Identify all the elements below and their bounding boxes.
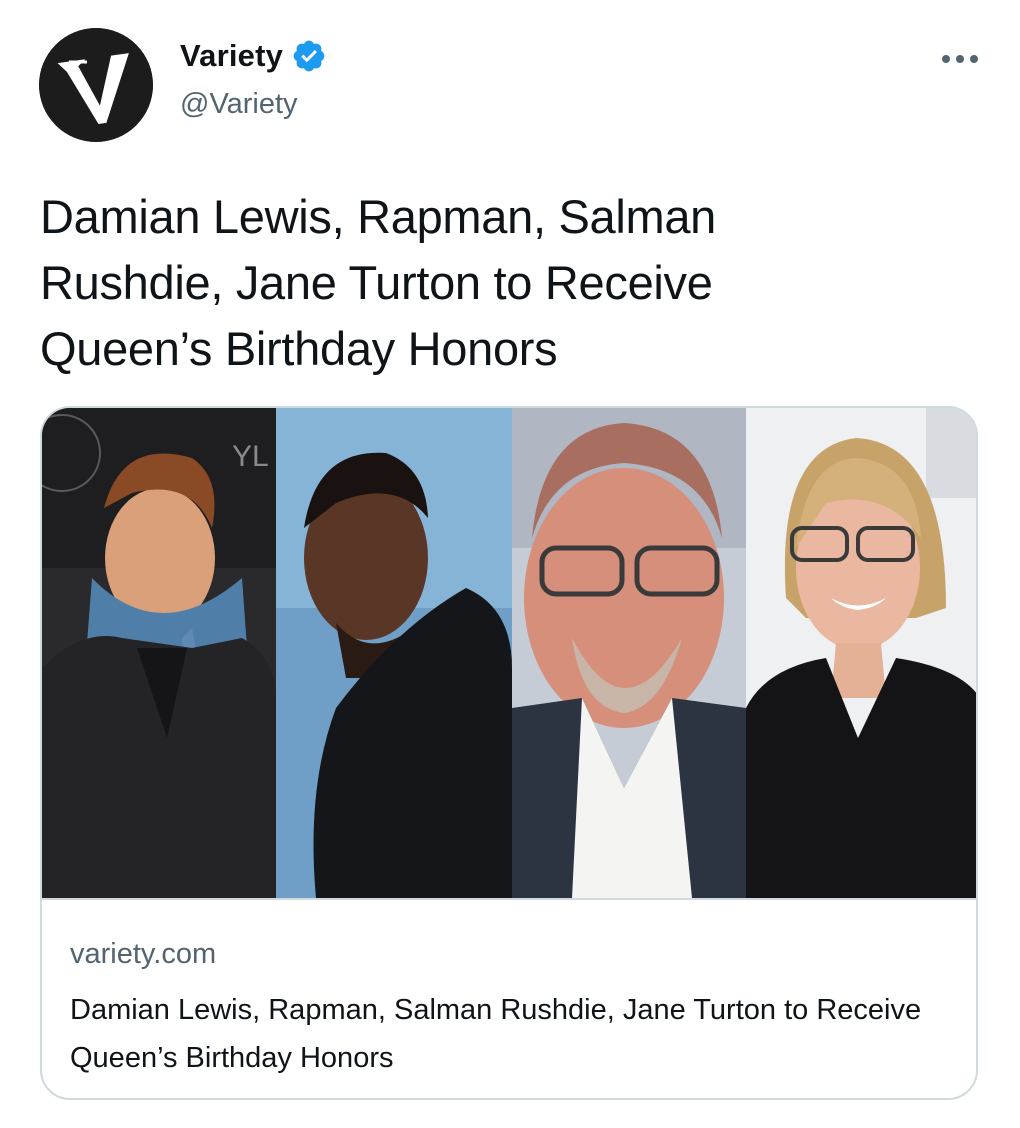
account-handle[interactable]: @Variety bbox=[180, 88, 298, 121]
card-title: Damian Lewis, Rapman, Salman Rushdie, Ja… bbox=[70, 994, 922, 1074]
portrait-photo-icon bbox=[512, 408, 746, 898]
portrait-photo-icon bbox=[746, 408, 976, 898]
svg-text:YL: YL bbox=[232, 440, 269, 473]
card-image[interactable]: YL bbox=[42, 408, 976, 900]
account-name-row: Variety bbox=[180, 38, 327, 74]
verified-badge-icon bbox=[291, 38, 327, 74]
more-dots-icon bbox=[942, 55, 978, 63]
display-name[interactable]: Variety bbox=[180, 38, 283, 74]
variety-avatar[interactable] bbox=[39, 28, 153, 142]
card-domain: variety.com bbox=[70, 938, 217, 970]
more-options-button[interactable] bbox=[936, 44, 984, 74]
portrait-photo-icon: YL bbox=[42, 408, 276, 898]
variety-v-logo-icon bbox=[39, 28, 153, 142]
link-preview-card[interactable]: YL variety.com Damian Lewis, Rapman, Sal… bbox=[40, 406, 978, 1100]
tweet-text: Damian Lewis, Rapman, Salman Rushdie, Ja… bbox=[40, 190, 717, 375]
portrait-photo-icon bbox=[276, 408, 512, 898]
